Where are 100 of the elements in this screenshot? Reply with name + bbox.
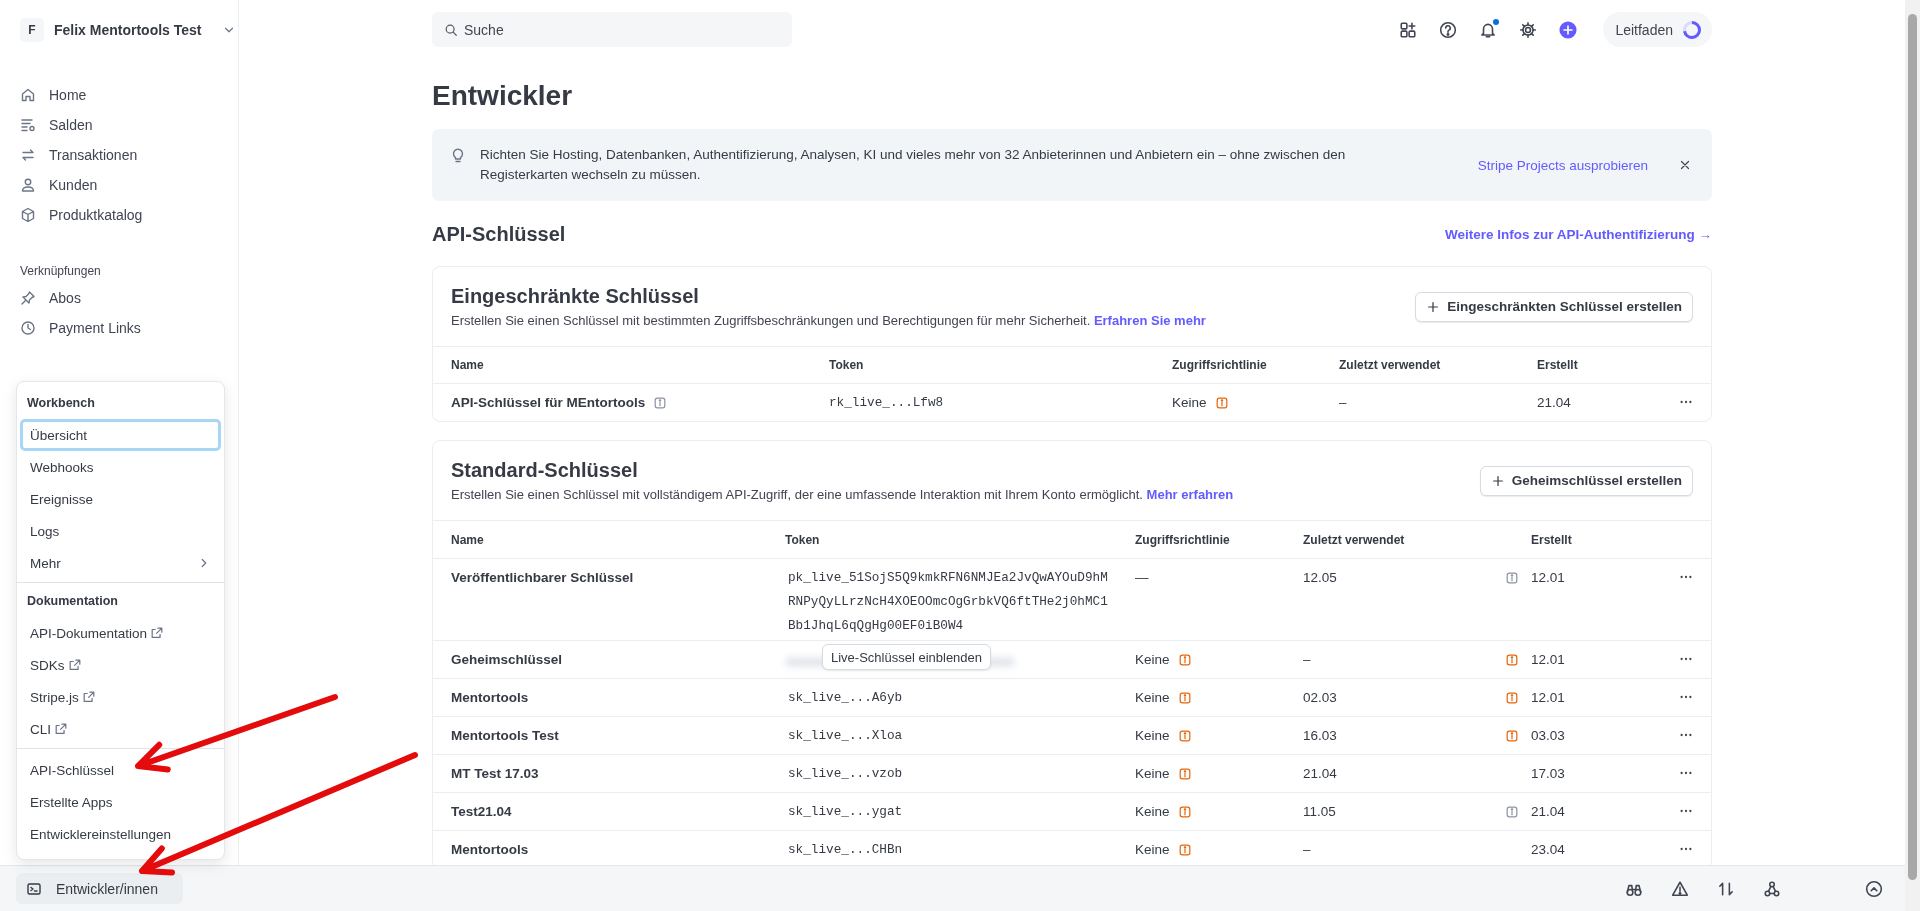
sidebar-item[interactable]: Abos	[49, 290, 81, 306]
clock-icon	[20, 320, 36, 336]
sidebar-item[interactable]: Salden	[49, 117, 93, 133]
last-used-date: 16.03	[1303, 728, 1337, 744]
external-link-icon	[150, 626, 165, 640]
menu-item[interactable]: Erstellte Apps	[20, 786, 221, 818]
plus-icon	[1559, 19, 1578, 40]
last-used-date: –	[1303, 842, 1311, 858]
key-name: Test21.04	[451, 804, 512, 820]
external-link-icon	[67, 658, 82, 672]
menu-item[interactable]: Logs	[20, 515, 221, 547]
cube-icon	[20, 207, 36, 223]
webhook-icon	[1763, 879, 1781, 898]
help-icon	[1439, 20, 1458, 39]
access-policy: Keine	[1135, 804, 1170, 820]
scrollbar[interactable]	[1905, 0, 1920, 911]
page-title: Entwickler	[432, 79, 574, 113]
key-name: Geheimschlüssel	[451, 652, 563, 668]
key-token: rk_live_...Lfw8	[829, 395, 944, 411]
sidebar-item[interactable]: Transaktionen	[49, 147, 138, 163]
created-date: 12.01	[1531, 690, 1565, 706]
warning-icon	[1671, 879, 1689, 898]
menu-item[interactable]: Entwicklereinstellungen	[20, 818, 221, 850]
account-switcher[interactable]: F Felix Mentortools Test	[20, 18, 218, 42]
list-icon	[20, 117, 36, 133]
menu-item[interactable]: API-Dokumentation	[20, 617, 221, 649]
external-link-icon	[81, 690, 96, 704]
sidebar-heading: Verknüpfungen	[20, 263, 102, 279]
section-link[interactable]: Weitere Infos zur API-Authentifizierung →	[1445, 226, 1712, 242]
menu-heading: Workbench	[26, 395, 96, 412]
card-title: Standard-Schlüssel	[451, 457, 639, 482]
search-icon	[444, 22, 458, 37]
created-date: 21.04	[1531, 804, 1565, 820]
plus-icon	[1490, 473, 1505, 488]
last-used-date: 02.03	[1303, 690, 1337, 706]
column-header: Name	[451, 358, 485, 372]
banner-link[interactable]: Stripe Projects ausprobieren	[1477, 157, 1648, 173]
chevron-up-icon	[1865, 879, 1883, 898]
learn-more-link[interactable]: Mehr erfahren	[1146, 486, 1234, 502]
card-title: Eingeschränkte Schlüssel	[451, 283, 700, 308]
menu-item[interactable]: Übersicht	[20, 419, 221, 451]
column-header: Erstellt	[1531, 532, 1573, 547]
sidebar-item[interactable]: Payment Links	[49, 320, 141, 336]
arrows-icon	[20, 147, 36, 163]
access-policy: Keine	[1135, 842, 1170, 858]
section-title: API-Schlüssel	[432, 222, 566, 246]
column-header: Token	[829, 358, 865, 372]
menu-item[interactable]: Stripe.js	[20, 681, 221, 713]
reveal-key-button[interactable]: Live-Schlüssel einblenden	[822, 644, 992, 670]
last-used-date: –	[1303, 652, 1311, 668]
developers-button[interactable]: Entwickler/innen	[16, 873, 183, 904]
key-token: sk_live_...CHBn	[787, 841, 904, 859]
home-icon	[20, 87, 36, 103]
created-date: 21.04	[1537, 395, 1571, 411]
menu-item[interactable]: Webhooks	[20, 451, 221, 483]
column-header: Name	[451, 532, 485, 547]
key-name: Mentortools Test	[451, 728, 559, 744]
external-link-icon	[54, 722, 68, 736]
key-token: sk_live_...vzob	[787, 765, 904, 783]
create-key-button[interactable]: Eingeschränkten Schlüssel erstellen	[1415, 291, 1693, 322]
account-avatar: F	[20, 18, 44, 42]
menu-item[interactable]: API-Schlüssel	[20, 754, 221, 786]
learn-more-link[interactable]: Erfahren Sie mehr	[1093, 312, 1206, 328]
scrollbar-thumb[interactable]	[1908, 14, 1917, 880]
key-name: Veröffentlichbarer Schlüssel	[451, 570, 634, 586]
access-policy: Keine	[1172, 395, 1207, 411]
access-policy: Keine	[1135, 652, 1170, 668]
sidebar-item[interactable]: Kunden	[49, 177, 98, 193]
last-used-date: 12.05	[1303, 570, 1337, 586]
last-used-date: –	[1339, 395, 1347, 411]
create-key-button[interactable]: Geheimschlüssel erstellen	[1479, 465, 1693, 496]
card-description: Erstellen Sie einen Schlüssel mit vollständigem API-Zugriff, der eine umfassende Interaktion mit Ihrem Konto ermöglicht. Mehr erfahren	[451, 485, 1234, 504]
created-date: 23.04	[1531, 842, 1565, 858]
account-name: Felix Mentortools Test	[54, 22, 202, 38]
key-token: sk_live_...ygat	[787, 803, 904, 821]
banner-text: Richten Sie Hosting, Datenbanken, Authentifizierung, Analysen, KI und vieles mehr von 32 Anbieterinnen und Anbietern ein – ohne zwischen den Registerkarten wechseln zu müssen.	[480, 146, 1347, 184]
terminal-icon	[26, 880, 42, 897]
card-description: Erstellen Sie einen Schlüssel mit bestimmten Zugriffsbeschränkungen und Berechtigungen für mehr Sicherheit. Erfahren Sie mehr	[451, 311, 1206, 330]
access-policy: —	[1135, 570, 1149, 586]
key-name: API-Schlüssel für MEntortools	[451, 395, 646, 411]
access-policy: Keine	[1135, 728, 1170, 744]
sidebar-item[interactable]: Home	[49, 87, 87, 103]
created-date: 17.03	[1531, 766, 1565, 782]
menu-item[interactable]: Mehr	[20, 547, 221, 579]
menu-item[interactable]: Ereignisse	[20, 483, 221, 515]
key-token: sk_live_...A6yb	[787, 689, 904, 707]
menu-item[interactable]: SDKs	[20, 649, 221, 681]
guide-button[interactable]: Leitfaden	[1603, 12, 1712, 47]
created-date: 12.01	[1531, 570, 1565, 586]
column-header: Zuletzt verwendet	[1339, 358, 1442, 372]
key-token: pk_live_51SojS5Q9kmkRFN6NMJEa2JvQwAYOuD9hMRNPyQyLLrzNcH4XOEOOmcOgGrbkVQ6ftTHe2j0hMC1Bb1JhqL6qQgHg00EF0iB0W4	[787, 569, 1108, 635]
lightbulb-icon	[450, 147, 466, 163]
key-name: Mentortools	[451, 842, 529, 858]
column-header: Zuletzt verwendet	[1303, 532, 1406, 547]
sidebar-item[interactable]: Produktkatalog	[49, 207, 143, 223]
menu-heading: Dokumentation	[26, 593, 119, 610]
last-used-date: 11.05	[1303, 804, 1336, 820]
search-field[interactable]: Suche	[432, 12, 792, 47]
plus-icon	[1426, 299, 1441, 314]
menu-item[interactable]: CLI	[20, 713, 221, 745]
